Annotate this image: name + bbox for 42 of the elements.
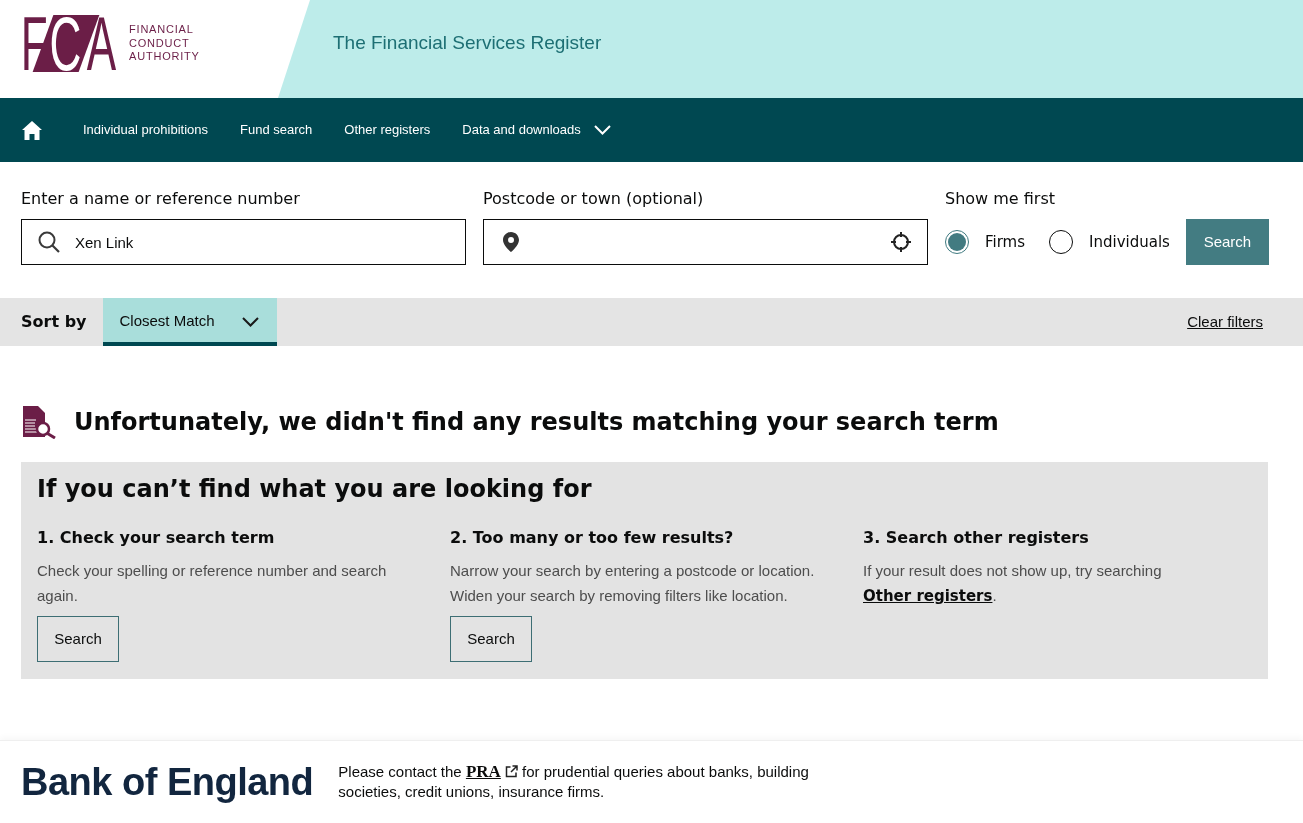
radio-label: Individuals <box>1089 231 1170 253</box>
nav-link[interactable]: Fund search <box>240 120 313 140</box>
location-field[interactable] <box>483 219 928 265</box>
sort-label: Sort by <box>21 311 87 333</box>
search-button[interactable]: Search <box>450 616 532 662</box>
clear-filters-link[interactable]: Clear filters <box>1187 310 1263 334</box>
nav-dropdown[interactable]: Data and downloads <box>462 120 611 140</box>
pra-link[interactable]: PRA <box>465 762 518 781</box>
document-search-icon <box>22 405 56 439</box>
footer-notice: Please contact the PRA for prudential queries about banks, building societies, credit unions, insurance firms. <box>338 762 810 802</box>
nav-link[interactable]: Other registers <box>344 120 431 140</box>
search-button[interactable]: Search <box>37 616 119 662</box>
field-label: Postcode or town (optional) <box>483 188 705 210</box>
external-link-icon <box>504 765 518 778</box>
search-field[interactable]: Xen Link <box>21 219 466 265</box>
help-heading: 3. Search other registers <box>863 527 1090 549</box>
search-icon <box>38 231 60 253</box>
help-heading: 2. Too many or too few results? <box>450 527 735 549</box>
crosshair-icon[interactable] <box>891 232 911 252</box>
sort-dropdown[interactable]: Closest Match <box>102 298 277 346</box>
home-icon[interactable] <box>22 120 42 140</box>
chevron-down-icon <box>241 316 259 327</box>
logo-mark: FCA <box>21 15 117 72</box>
site-title: The Financial Services Register <box>333 31 602 56</box>
location-pin-icon <box>503 232 519 252</box>
help-text: Check your spelling or reference number and search again. <box>37 561 388 606</box>
radio-button[interactable] <box>945 230 969 254</box>
help-text: If your result does not show up, try searching Other registers. <box>863 561 1163 607</box>
help-heading: 1. Check your search term <box>37 527 276 549</box>
chevron-down-icon <box>593 125 611 135</box>
footer-logo: Bank of England <box>21 760 314 804</box>
help-title: If you can’t find what you are looking for <box>37 474 593 504</box>
radio-label: Firms <box>985 231 1026 253</box>
no-results-heading: Unfortunately, we didn't find any results matching your search term <box>74 407 999 438</box>
field-label: Enter a name or reference number <box>21 188 301 210</box>
nav-link[interactable]: Individual prohibitions <box>83 120 209 140</box>
field-label: Show me first <box>945 188 1057 210</box>
search-button[interactable]: Search <box>1185 219 1269 265</box>
radio-button[interactable] <box>1049 230 1074 254</box>
logo-text: FINANCIAL CONDUCT AUTHORITY <box>129 23 200 64</box>
help-text: Narrow your search by entering a postcode or location. Widen your search by removing filters like location. <box>450 561 816 606</box>
registers-link[interactable]: Other registers <box>863 587 993 605</box>
